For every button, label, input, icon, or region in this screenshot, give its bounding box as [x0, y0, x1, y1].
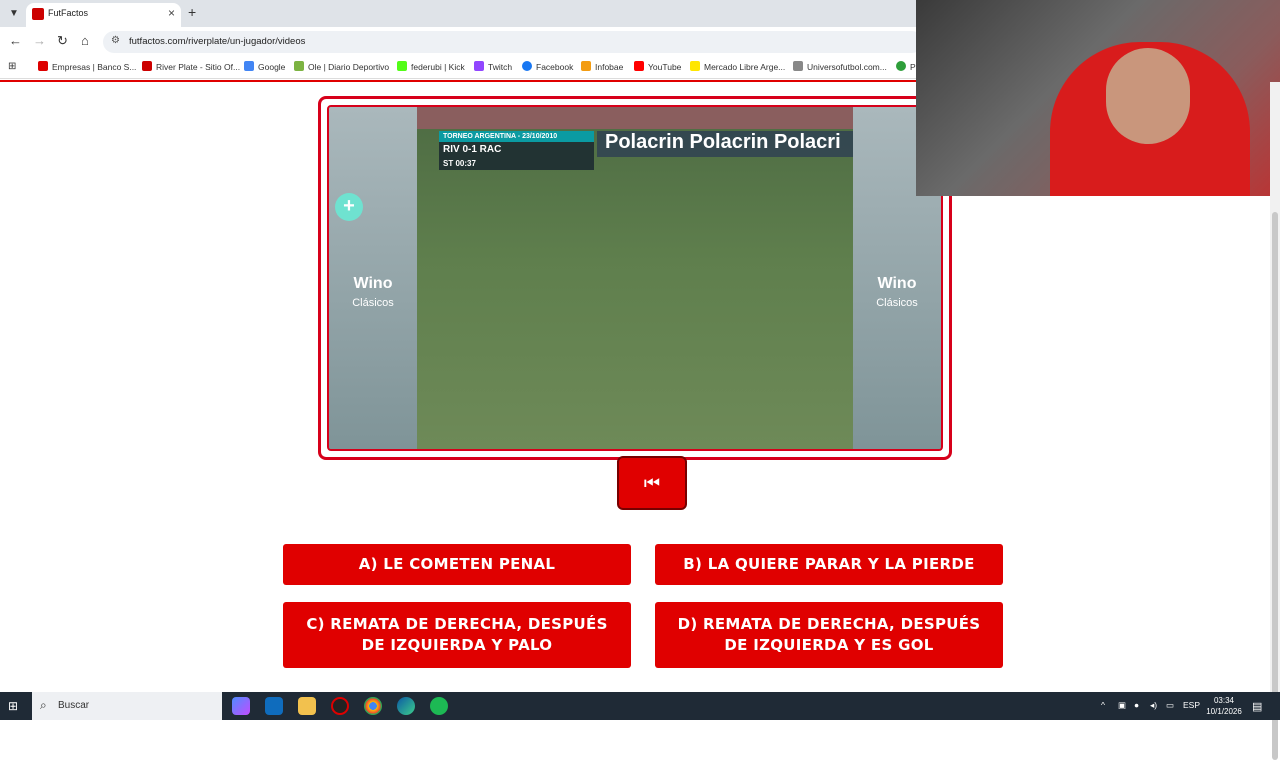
tab-title: FutFactos	[48, 8, 89, 18]
channel-logo: Wino	[877, 275, 917, 292]
bookmark-favicon-icon	[793, 61, 803, 71]
webcam-face	[1106, 48, 1190, 144]
new-tab-button[interactable]: +	[188, 4, 196, 20]
bookmark-item[interactable]: Universofutbol.com...	[793, 61, 887, 72]
taskbar-clock[interactable]: 03:34 10/1/2026	[1204, 695, 1244, 717]
bookmark-favicon-icon	[896, 61, 906, 71]
rewind-icon: ⏮	[643, 473, 661, 493]
back-icon[interactable]: ←	[9, 33, 22, 48]
video-player[interactable]: + Wino Clásicos TORNEO ARGENTINA - 23/10…	[318, 96, 952, 460]
windows-start-icon[interactable]: ⊞	[8, 699, 22, 713]
bookmark-favicon-icon	[38, 61, 48, 71]
copilot-icon[interactable]	[232, 697, 250, 715]
video-screen[interactable]: + Wino Clásicos TORNEO ARGENTINA - 23/10…	[327, 105, 943, 451]
microphone-icon[interactable]: ●	[1134, 700, 1139, 710]
answer-d-button[interactable]: D) REMATA DE DERECHA, DESPUÉS DE IZQUIER…	[655, 602, 1003, 668]
scoreboard-time: ST 00:37	[439, 157, 594, 170]
bookmark-item[interactable]: Twitch	[474, 61, 512, 72]
video-frame-pitch: TORNEO ARGENTINA - 23/10/2010 RIV 0-1 RA…	[417, 107, 853, 449]
bookmark-favicon-icon	[690, 61, 700, 71]
bookmark-item[interactable]: Mercado Libre Arge...	[690, 61, 785, 72]
bookmark-favicon-icon	[474, 61, 484, 71]
network-icon[interactable]: ▭	[1166, 700, 1174, 711]
bookmark-item[interactable]: Empresas | Banco S...	[38, 61, 136, 72]
answer-b-button[interactable]: B) LA QUIERE PARAR Y LA PIERDE	[655, 544, 1003, 585]
webcam-overlay	[916, 0, 1280, 196]
apps-icon[interactable]: ⊞	[8, 61, 16, 72]
channel-subtitle: Clásicos	[876, 297, 918, 309]
outlook-icon[interactable]	[265, 697, 283, 715]
taskbar-search-text: Buscar	[58, 700, 90, 711]
answer-c-button[interactable]: C) REMATA DE DERECHA, DESPUÉS DE IZQUIER…	[283, 602, 631, 668]
bookmark-favicon-icon	[244, 61, 254, 71]
bookmark-favicon-icon	[581, 61, 591, 71]
notification-icon[interactable]: ▤	[1252, 700, 1262, 713]
tab-search-icon[interactable]: ▼	[6, 6, 22, 22]
favicon-icon	[32, 8, 44, 20]
bookmark-item[interactable]: federubi | Kick	[397, 61, 465, 72]
bookmark-favicon-icon	[634, 61, 644, 71]
tray-chevron-icon[interactable]: ^	[1101, 700, 1105, 710]
close-tab-icon[interactable]: ×	[168, 6, 175, 20]
bookmark-item[interactable]: Infobae	[581, 61, 623, 72]
tray-app-icon[interactable]: ▣	[1118, 700, 1126, 711]
search-icon: ⌕	[40, 698, 47, 712]
taskbar-search[interactable]: ⌕ Buscar	[32, 692, 222, 720]
bookmark-item[interactable]: Facebook	[522, 61, 573, 72]
page-scrollbar[interactable]	[1270, 82, 1280, 760]
video-side-panel-left: + Wino Clásicos	[329, 107, 417, 449]
volume-icon[interactable]: ◂)	[1150, 700, 1157, 711]
bookmark-favicon-icon	[397, 61, 407, 71]
url-bar[interactable]: ⚙ futfactos.com/riverplate/un-jugador/vi…	[103, 31, 923, 53]
channel-logo: Wino	[353, 275, 393, 292]
language-indicator[interactable]: ESP	[1183, 700, 1200, 710]
scoreboard: TORNEO ARGENTINA - 23/10/2010 RIV 0-1 RA…	[439, 131, 594, 171]
bookmark-favicon-icon	[522, 61, 532, 71]
bookmark-item[interactable]: Ole | Diario Deportivo	[294, 61, 389, 72]
browser-tab[interactable]: FutFactos ×	[26, 3, 181, 27]
file-explorer-icon[interactable]	[298, 697, 316, 715]
scrollbar-thumb[interactable]	[1272, 212, 1278, 760]
spotify-icon[interactable]	[430, 697, 448, 715]
bookmark-item[interactable]: River Plate - Sitio Of...	[142, 61, 240, 72]
rewind-button[interactable]: ⏮	[617, 456, 687, 510]
forward-icon[interactable]: →	[33, 33, 46, 48]
scoreboard-score: RIV 0-1 RAC	[439, 142, 594, 157]
edge-icon[interactable]	[397, 697, 415, 715]
ad-banner: Polacrin Polacrin Polacri	[597, 131, 853, 157]
clock-date: 10/1/2026	[1206, 707, 1242, 716]
scoreboard-header: TORNEO ARGENTINA - 23/10/2010	[439, 131, 594, 142]
answer-a-button[interactable]: A) LE COMETEN PENAL	[283, 544, 631, 585]
site-info-icon[interactable]: ⚙	[111, 35, 120, 46]
reload-icon[interactable]: ↻	[57, 33, 68, 49]
stadium-stand	[417, 107, 853, 129]
bookmark-favicon-icon	[294, 61, 304, 71]
bookmark-item[interactable]: Google	[244, 61, 285, 72]
clock-time: 03:34	[1213, 696, 1235, 705]
bookmark-item[interactable]: YouTube	[634, 61, 681, 72]
windows-taskbar: ⊞ ⌕ Buscar ^ ▣ ● ◂) ▭ ESP 03:34 10/1/202…	[0, 692, 1280, 720]
url-text[interactable]: futfactos.com/riverplate/un-jugador/vide…	[129, 36, 305, 47]
channel-subtitle: Clásicos	[352, 297, 394, 309]
bookmark-favicon-icon	[142, 61, 152, 71]
plus-icon: +	[335, 193, 363, 221]
home-icon[interactable]: ⌂	[81, 33, 89, 48]
app-icon[interactable]	[331, 697, 349, 715]
chrome-icon[interactable]	[364, 697, 382, 715]
